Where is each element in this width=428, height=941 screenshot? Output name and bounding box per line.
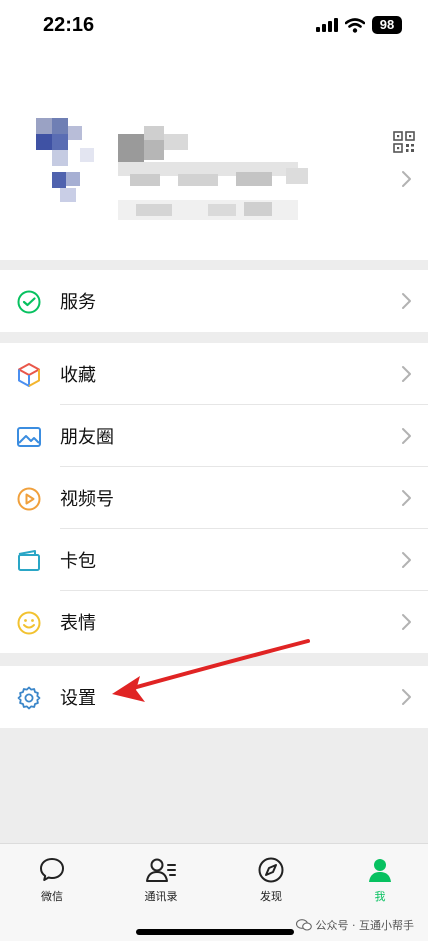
tab-wechat[interactable]: 微信 — [12, 856, 92, 904]
tab-label: 微信 — [41, 890, 63, 903]
menu-item-label: 设置 — [60, 688, 96, 709]
menu-item-label: 卡包 — [60, 551, 96, 572]
chevron-right-icon — [402, 614, 411, 630]
profile-header[interactable] — [0, 56, 428, 260]
home-indicator — [136, 929, 294, 935]
tab-contacts[interactable]: 通讯录 — [121, 856, 201, 904]
tab-label: 通讯录 — [144, 890, 178, 903]
settings-group: 设置 — [0, 666, 428, 728]
chevron-right-icon — [402, 428, 411, 444]
channels-play-icon — [17, 487, 41, 511]
person-icon — [369, 859, 391, 882]
contacts-icon — [146, 858, 176, 882]
chevron-right-icon — [402, 552, 411, 568]
status-bar: 22:16 98 — [0, 0, 428, 56]
services-icon — [17, 290, 41, 314]
menu-item-stickers[interactable]: 表情 — [0, 591, 428, 653]
chevron-right-icon — [402, 490, 411, 506]
chevron-right-icon — [402, 171, 411, 187]
battery-indicator: 98 — [372, 16, 402, 34]
menu-item-label: 服务 — [60, 292, 96, 313]
moments-picture-icon — [17, 427, 41, 447]
settings-gear-icon — [17, 686, 41, 710]
compass-icon — [258, 857, 284, 883]
watermark: 公众号 · 互通小帮手 — [295, 917, 415, 933]
chat-bubble-icon — [40, 858, 64, 881]
stickers-smiley-icon — [17, 611, 41, 635]
chevron-right-icon — [402, 293, 411, 309]
cards-wallet-icon — [18, 550, 40, 571]
menu-item-label: 收藏 — [60, 365, 96, 386]
menu-item-favorites[interactable]: 收藏 — [0, 343, 428, 405]
menu-item-settings[interactable]: 设置 — [0, 666, 428, 728]
services-group: 服务 — [0, 270, 428, 332]
wifi-icon — [345, 17, 365, 33]
menu-item-label: 视频号 — [60, 489, 114, 510]
cellular-signal-icon — [316, 18, 338, 32]
chevron-right-icon — [402, 689, 411, 705]
features-group: 收藏 朋友圈 视频号 卡包 表情 — [0, 343, 428, 653]
menu-item-cards[interactable]: 卡包 — [0, 529, 428, 591]
tab-label: 我 — [374, 890, 386, 903]
tab-discover[interactable]: 发现 — [231, 856, 311, 904]
status-icons: 98 — [316, 16, 402, 34]
qr-code-icon[interactable] — [393, 131, 415, 153]
status-time: 22:16 — [43, 14, 95, 36]
watermark-text: 公众号 · 互通小帮手 — [315, 919, 415, 932]
wechat-official-account-icon — [295, 919, 312, 931]
tab-me[interactable]: 我 — [340, 856, 420, 904]
chevron-right-icon — [402, 366, 411, 382]
favorites-cube-icon — [18, 363, 40, 387]
menu-item-moments[interactable]: 朋友圈 — [0, 405, 428, 467]
menu-item-label: 表情 — [60, 613, 96, 634]
menu-item-label: 朋友圈 — [60, 427, 114, 448]
menu-item-channels[interactable]: 视频号 — [0, 467, 428, 529]
tab-label: 发现 — [260, 890, 282, 903]
menu-item-services[interactable]: 服务 — [0, 270, 428, 332]
